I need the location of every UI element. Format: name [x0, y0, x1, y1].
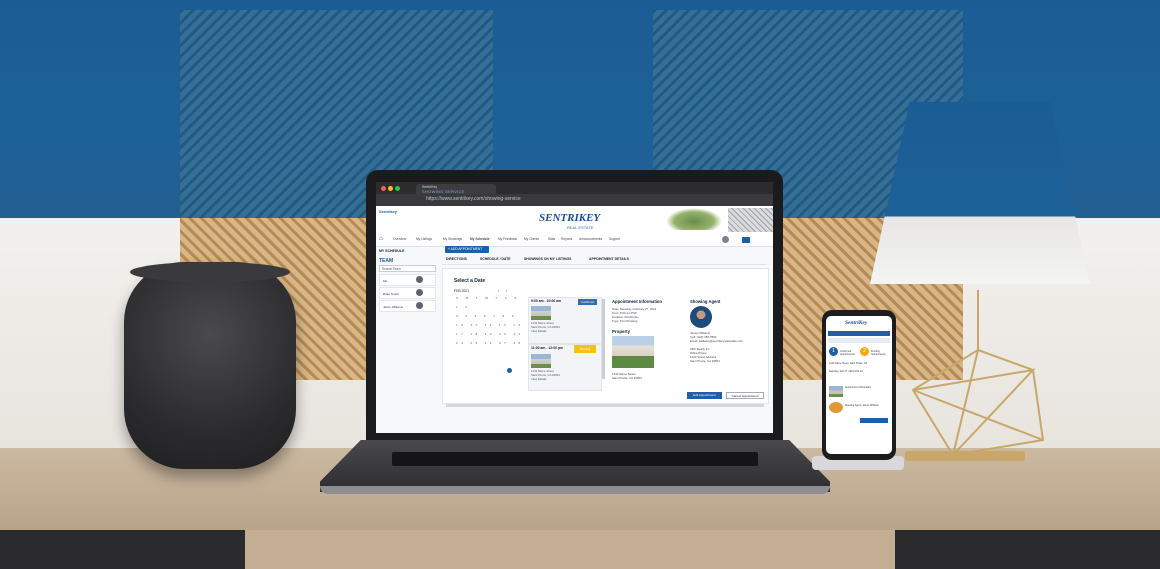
smart-speaker-top	[130, 262, 290, 282]
phone-sub-tabs[interactable]	[828, 338, 890, 343]
team-search-input[interactable]: Search Team	[379, 265, 436, 272]
nav-stats[interactable]: Stats	[548, 237, 555, 241]
minimize-window-icon[interactable]	[388, 186, 393, 191]
user-avatar[interactable]	[722, 236, 729, 243]
status-badge: Pending	[574, 345, 596, 353]
phone-agent-avatar	[829, 402, 843, 413]
agent-line: Email: jwilliams@sentrikeyrealestate.com	[690, 339, 744, 343]
tab-schedule-date[interactable]: SCHEDULE / DATE	[480, 257, 510, 261]
avatar	[416, 276, 423, 283]
laptop-base	[320, 440, 830, 492]
slot-time: 9:00 am - 10:00 am	[531, 299, 562, 303]
phone-line: Appointment Information	[845, 386, 872, 389]
nav-reports[interactable]: Reports	[561, 237, 572, 241]
slot-details-link[interactable]: View Details	[531, 329, 546, 334]
team-member-row[interactable]: Jason Williams	[379, 300, 436, 312]
prev-month-icon[interactable]: ‹	[498, 288, 499, 293]
small-logo: Sentrikey	[379, 209, 398, 214]
calendar-month[interactable]: FEB 2021	[454, 289, 469, 293]
showing-agent-heading: Showing Agent	[690, 299, 721, 304]
nav-my-schedule[interactable]: My Schedule	[470, 237, 490, 241]
keyboard-decoration	[728, 208, 773, 232]
logo-tagline: REAL ESTATE	[567, 225, 594, 230]
house-thumbnail	[531, 306, 551, 320]
add-appointment-button[interactable]: + ADD APPOINTMENT	[445, 246, 489, 253]
phone-pending-label: Pending Appointments	[871, 350, 886, 356]
phone-line: 1234 Name Street, Saint Pinole, CA	[829, 362, 868, 365]
team-label: TEAM	[379, 258, 394, 264]
tab-directions[interactable]: DIRECTIONS	[446, 257, 467, 261]
team-member-row[interactable]: Me	[379, 274, 436, 286]
phone-confirmed-label: Confirmed Appointments	[840, 350, 855, 356]
property-heading: Property	[612, 329, 631, 334]
team-member-name: Me	[383, 279, 388, 283]
phone-line: Saturday, Feb 27, 2021 9:00 am	[829, 370, 864, 373]
calendar-week[interactable]: 3 4 5 6 7 8 9	[456, 314, 517, 318]
next-month-icon[interactable]: ›	[506, 288, 507, 293]
appointment-info-heading: Appointment Information	[612, 299, 663, 304]
selected-day[interactable]	[507, 368, 512, 373]
laptop-keyboard	[392, 452, 758, 466]
slot-time: 11:00 am - 12:00 pm	[531, 346, 564, 350]
phone-line: Showing Agent: James Williams	[845, 404, 879, 407]
url-text: https://www.sentrikey.com/showing-servic…	[426, 196, 521, 202]
avatar	[416, 289, 423, 296]
plant-decoration	[666, 208, 722, 230]
agent-avatar	[690, 306, 712, 328]
agent-line: Saint Pinole, CA 94564	[690, 359, 720, 363]
property-city: Saint Pinole, CA 94564	[612, 376, 642, 380]
schedule-title: MY SCHEDULE	[379, 249, 405, 253]
property-photo	[612, 336, 654, 368]
cancel-appointment-button[interactable]: Cancel Appointment	[726, 392, 764, 399]
calendar-weekdays: S M T W T F S	[456, 296, 520, 300]
phone-tab-bar[interactable]	[828, 331, 890, 336]
house-thumbnail	[531, 354, 551, 368]
calendar-week[interactable]: 24 25 26 27 28	[456, 341, 524, 345]
desk-front-panel	[245, 530, 895, 569]
smart-speaker	[124, 262, 296, 469]
maximize-window-icon[interactable]	[395, 186, 400, 191]
status-badge: Confirmed	[578, 299, 597, 305]
nav-support[interactable]: Support	[609, 237, 620, 241]
phone-step-2: 2	[860, 347, 869, 356]
phone-action-button[interactable]	[860, 418, 888, 423]
tab-divider	[442, 264, 767, 265]
team-member-name: Brian Smith	[383, 292, 399, 296]
select-date-heading: Select a Date	[454, 278, 486, 284]
phone-step-1: 1	[829, 347, 838, 356]
nav-overview[interactable]: Overview	[393, 237, 406, 241]
nav-my-listings[interactable]: My Listings	[416, 237, 432, 241]
tab-appointment-details[interactable]: APPOINTMENT DETAILS	[589, 257, 629, 261]
laptop-front-edge	[320, 486, 830, 494]
horizontal-scrollbar[interactable]	[446, 404, 764, 407]
appointment-card	[442, 268, 769, 404]
team-member-row[interactable]: Brian Smith	[379, 287, 436, 299]
home-icon[interactable]: ⌂	[379, 236, 383, 242]
nav-my-feedback[interactable]: My Feedback	[498, 237, 517, 241]
close-window-icon[interactable]	[381, 186, 386, 191]
laptop-screen: SentriKey SHOWING SERVICE https://www.se…	[376, 182, 773, 433]
lamp-base	[905, 451, 1025, 461]
nav-my-clients[interactable]: My Clients	[524, 237, 539, 241]
edit-appointment-button[interactable]: Edit Appointment	[687, 392, 722, 399]
phone-house-thumbnail	[829, 386, 843, 397]
nav-my-showings[interactable]: My Showings	[443, 237, 462, 241]
sentrikey-logo: SENTRIKEY	[539, 212, 601, 224]
avatar	[416, 302, 423, 309]
main-nav	[376, 234, 773, 247]
phone-logo: SentriKey	[845, 320, 868, 326]
mail-icon[interactable]	[742, 237, 750, 243]
tab-showings-on-my-listings[interactable]: SHOWINGS ON MY LISTINGS	[524, 257, 571, 261]
appointment-line: Type: First Showing	[612, 319, 638, 323]
phone-screen	[826, 316, 892, 454]
lamp-geometric-frame	[911, 290, 1045, 459]
slot-details-link[interactable]: View Details	[531, 377, 546, 382]
nav-announcements[interactable]: Announcements	[579, 237, 602, 241]
team-member-name: Jason Williams	[383, 305, 404, 309]
calendar-week[interactable]: 1 2	[456, 305, 470, 309]
slots-scrollbar[interactable]	[602, 299, 605, 379]
